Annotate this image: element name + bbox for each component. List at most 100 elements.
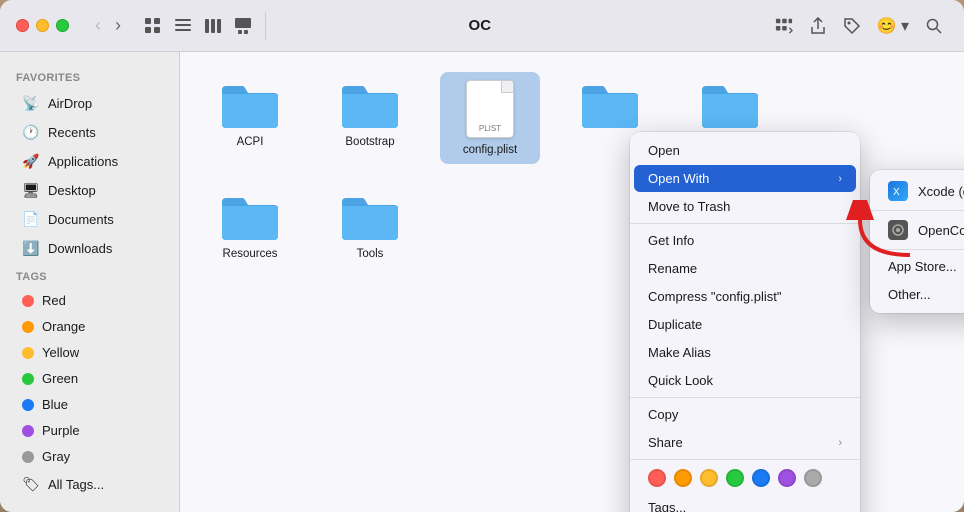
folder-icon xyxy=(580,80,640,130)
color-tag-red[interactable] xyxy=(648,469,666,487)
sidebar-item-green[interactable]: Green xyxy=(6,366,173,391)
file-item-config[interactable]: PLIST config.plist xyxy=(440,72,540,164)
sidebar: Favorites 📡 AirDrop 🕐 Recents 🚀 Applicat… xyxy=(0,52,180,512)
traffic-lights xyxy=(16,19,69,32)
sidebar-item-recents[interactable]: 🕐 Recents xyxy=(6,118,173,146)
sidebar-item-label: Applications xyxy=(48,154,118,169)
file-item-tools[interactable]: Tools xyxy=(320,184,420,268)
maximize-button[interactable] xyxy=(56,19,69,32)
folder-icon xyxy=(340,80,400,130)
ctx-tags-label: Tags... xyxy=(648,500,686,512)
gray-dot xyxy=(22,451,34,463)
file-label: ACPI xyxy=(237,136,264,148)
toolbar-tools: 😊 ▾ xyxy=(770,11,948,41)
file-item-resources[interactable]: Resources xyxy=(200,184,300,268)
ctx-rename[interactable]: Rename xyxy=(634,255,856,282)
list-view-button[interactable] xyxy=(169,12,197,40)
sidebar-item-blue[interactable]: Blue xyxy=(6,392,173,417)
file-label: Tools xyxy=(357,248,384,260)
ctx-get-info-label: Get Info xyxy=(648,233,694,248)
ctx-move-to-trash[interactable]: Move to Trash xyxy=(634,193,856,220)
file-item-bootstrap[interactable]: Bootstrap xyxy=(320,72,420,164)
tag-button[interactable] xyxy=(838,12,866,40)
color-tag-yellow[interactable] xyxy=(700,469,718,487)
submenu-separator-2 xyxy=(870,249,964,250)
sidebar-item-purple[interactable]: Purple xyxy=(6,418,173,443)
ctx-share[interactable]: Share › xyxy=(634,429,856,456)
ctx-quick-look-label: Quick Look xyxy=(648,373,713,388)
submenu-xcode-label: Xcode (default) xyxy=(918,184,964,199)
xcode-app-icon: X xyxy=(888,181,908,201)
sidebar-item-desktop[interactable]: 🖥 Desktop xyxy=(6,176,173,204)
ctx-share-label: Share xyxy=(648,435,683,450)
folder-icon xyxy=(700,80,760,130)
submenu-app-store-label: App Store... xyxy=(888,259,957,274)
minimize-button[interactable] xyxy=(36,19,49,32)
submenu-xcode[interactable]: X Xcode (default) xyxy=(874,175,964,207)
sidebar-item-downloads[interactable]: ⬇️ Downloads xyxy=(6,234,173,262)
sidebar-item-label: Yellow xyxy=(42,345,79,360)
share-button[interactable] xyxy=(804,12,832,40)
file-label: config.plist xyxy=(463,144,517,156)
color-tag-green[interactable] xyxy=(726,469,744,487)
sidebar-item-applications[interactable]: 🚀 Applications xyxy=(6,147,173,175)
sidebar-item-yellow[interactable]: Yellow xyxy=(6,340,173,365)
sidebar-item-orange[interactable]: Orange xyxy=(6,314,173,339)
back-button[interactable]: ‹ xyxy=(89,11,107,40)
sidebar-item-label: Gray xyxy=(42,449,70,464)
grid-view-button[interactable] xyxy=(139,12,167,40)
file-item-acpi[interactable]: ACPI xyxy=(200,72,300,164)
blue-dot xyxy=(22,399,34,411)
ctx-make-alias-label: Make Alias xyxy=(648,345,711,360)
ctx-open-with[interactable]: Open With › xyxy=(634,165,856,192)
folder-icon xyxy=(220,80,280,130)
submenu-other[interactable]: Other... xyxy=(874,281,964,308)
ctx-compress[interactable]: Compress "config.plist" xyxy=(634,283,856,310)
color-tag-orange[interactable] xyxy=(674,469,692,487)
forward-button[interactable]: › xyxy=(109,11,127,40)
file-label: Bootstrap xyxy=(345,136,394,148)
ctx-open-label: Open xyxy=(648,143,680,158)
ctx-open[interactable]: Open xyxy=(634,137,856,164)
ctx-make-alias[interactable]: Make Alias xyxy=(634,339,856,366)
airdrop-icon: 📡 xyxy=(22,94,40,112)
sidebar-item-documents[interactable]: 📄 Documents xyxy=(6,205,173,233)
ctx-get-info[interactable]: Get Info xyxy=(634,227,856,254)
sidebar-item-label: Documents xyxy=(48,212,114,227)
sidebar-item-label: Recents xyxy=(48,125,96,140)
sidebar-item-all-tags[interactable]: 🏷 All Tags... xyxy=(6,470,173,498)
submenu-app-store[interactable]: App Store... xyxy=(874,253,964,280)
chevron-right-icon: › xyxy=(838,173,842,185)
sidebar-item-label: Red xyxy=(42,293,66,308)
sidebar-item-label: Desktop xyxy=(48,183,96,198)
group-button[interactable] xyxy=(770,12,798,40)
color-tag-gray[interactable] xyxy=(804,469,822,487)
plist-file-icon: PLIST xyxy=(466,80,514,138)
sidebar-item-red[interactable]: Red xyxy=(6,288,173,313)
ctx-copy[interactable]: Copy xyxy=(634,401,856,428)
submenu-oc-label: OpenCore Configurator xyxy=(918,223,964,238)
open-with-submenu: X Xcode (default) OpenCore Configurator xyxy=(870,170,964,313)
submenu-other-label: Other... xyxy=(888,287,931,302)
chevron-right-icon: › xyxy=(838,437,842,449)
close-button[interactable] xyxy=(16,19,29,32)
ctx-compress-label: Compress "config.plist" xyxy=(648,289,782,304)
sidebar-item-gray[interactable]: Gray xyxy=(6,444,173,469)
color-tag-purple[interactable] xyxy=(778,469,796,487)
titlebar: ‹ › xyxy=(0,0,964,52)
submenu-oc-configurator[interactable]: OpenCore Configurator xyxy=(874,214,964,246)
ctx-quick-look[interactable]: Quick Look xyxy=(634,367,856,394)
ctx-rename-label: Rename xyxy=(648,261,697,276)
color-tag-blue[interactable] xyxy=(752,469,770,487)
sidebar-item-airdrop[interactable]: 📡 AirDrop xyxy=(6,89,173,117)
orange-dot xyxy=(22,321,34,333)
ctx-duplicate[interactable]: Duplicate xyxy=(634,311,856,338)
group-icon xyxy=(775,17,793,35)
all-tags-icon: 🏷 xyxy=(22,475,40,493)
folder-icon xyxy=(340,192,400,242)
context-menu: Open Open With › Move to Trash Get Info … xyxy=(630,132,860,512)
more-button[interactable]: 😊 ▾ xyxy=(872,11,914,41)
search-button[interactable] xyxy=(920,12,948,40)
file-label: Resources xyxy=(223,248,278,260)
ctx-tags[interactable]: Tags... xyxy=(634,494,856,512)
